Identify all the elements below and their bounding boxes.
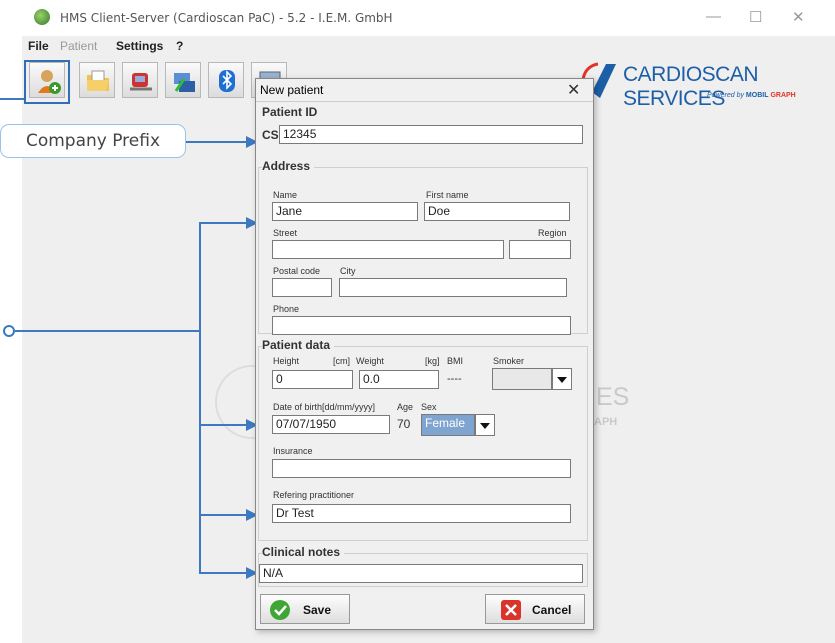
- city-input[interactable]: [339, 278, 567, 297]
- cancel-label: Cancel: [532, 603, 572, 617]
- folder-open-icon: [87, 70, 109, 91]
- logo-powered-label: Powered by: [707, 92, 744, 99]
- patient-id-input[interactable]: 12345: [279, 125, 583, 144]
- first-name-input[interactable]: Doe: [424, 202, 570, 221]
- window-title: HMS Client-Server (Cardioscan PaC) - 5.2…: [60, 11, 393, 25]
- region-input[interactable]: [509, 240, 571, 259]
- toolbar-bluetooth-button[interactable]: [208, 62, 244, 98]
- region-label: Region: [538, 228, 567, 238]
- annotation-line: [199, 222, 201, 573]
- annotation-line: [0, 98, 24, 100]
- weight-label: Weight: [356, 356, 384, 366]
- logo-brand-graph: GRAPH: [770, 92, 796, 99]
- dob-input[interactable]: 07/07/1950: [272, 415, 390, 434]
- device-icon: [130, 73, 152, 91]
- annotation-line: [15, 330, 200, 332]
- phone-label: Phone: [273, 304, 300, 314]
- app-globe-icon: [34, 9, 50, 25]
- postal-code-label: Postal code: [273, 266, 321, 276]
- close-window-button[interactable]: ✕: [792, 8, 805, 26]
- smoker-dropdown-button[interactable]: [552, 368, 572, 390]
- watermark-text: ES: [596, 383, 630, 411]
- dialog-close-button[interactable]: ✕: [567, 80, 580, 100]
- height-unit-label: [cm]: [333, 356, 350, 366]
- dialog-title-divider: [256, 101, 593, 102]
- height-label: Height: [273, 356, 300, 366]
- toolbar-open-button[interactable]: [79, 62, 115, 98]
- address-heading: Address: [262, 159, 315, 173]
- practitioner-input[interactable]: Dr Test: [272, 504, 571, 523]
- practitioner-label: Refering practitioner: [273, 490, 355, 500]
- insurance-input[interactable]: [272, 459, 571, 478]
- sex-select[interactable]: Female: [421, 414, 475, 436]
- annotation-origin-icon: [3, 325, 15, 337]
- toolbar-device-button[interactable]: [122, 62, 158, 98]
- maximize-button[interactable]: ☐: [749, 8, 762, 26]
- logo-powered-by: Powered by MOBIL GRAPH: [707, 92, 796, 99]
- chevron-down-icon: [480, 423, 490, 429]
- cancel-x-icon: [501, 600, 521, 620]
- transfer-icon: [174, 73, 195, 92]
- annotation-line: [199, 222, 247, 224]
- dob-label: Date of birth[dd/mm/yyyy]: [273, 402, 376, 412]
- city-label: City: [340, 266, 356, 276]
- sex-dropdown-button[interactable]: [475, 414, 495, 436]
- annotation-line: [199, 514, 247, 516]
- insurance-label: Insurance: [273, 446, 313, 456]
- company-prefix-label: CS: [262, 128, 279, 142]
- patient-id-heading: Patient ID: [262, 105, 318, 119]
- company-prefix-callout: Company Prefix: [0, 124, 186, 158]
- smoker-label: Smoker: [493, 356, 525, 366]
- weight-unit-label: [kg]: [425, 356, 440, 366]
- name-label: Name: [273, 190, 298, 200]
- menu-settings[interactable]: Settings: [116, 39, 163, 53]
- save-button[interactable]: Save: [260, 594, 350, 624]
- menu-patient[interactable]: Patient: [60, 39, 97, 53]
- first-name-label: First name: [426, 190, 469, 200]
- menu-file[interactable]: File: [28, 39, 49, 53]
- patient-data-heading: Patient data: [262, 338, 335, 352]
- annotation-line: [186, 141, 246, 143]
- height-input[interactable]: 0: [272, 370, 353, 389]
- bmi-label: BMI: [447, 356, 464, 366]
- name-input[interactable]: Jane: [272, 202, 418, 221]
- minimize-button[interactable]: —: [706, 8, 721, 25]
- annotation-line: [199, 572, 247, 574]
- save-label: Save: [303, 603, 332, 617]
- watermark-subtext: APH: [594, 416, 618, 428]
- sex-label: Sex: [421, 402, 437, 412]
- age-label: Age: [397, 402, 414, 412]
- logo-brand-mobil: MOBIL: [745, 92, 769, 99]
- menu-help[interactable]: ?: [176, 39, 183, 53]
- age-value: 70: [397, 417, 411, 431]
- bluetooth-icon: [219, 70, 235, 92]
- street-input[interactable]: [272, 240, 504, 259]
- cancel-button[interactable]: Cancel: [485, 594, 585, 624]
- logo-name: CARDIOSCAN SERVICES: [623, 63, 759, 110]
- street-label: Street: [273, 228, 298, 238]
- clinical-notes-input[interactable]: N/A: [259, 564, 583, 583]
- bmi-value: ----: [447, 373, 462, 385]
- dialog-title: New patient: [260, 83, 324, 97]
- clinical-notes-heading: Clinical notes: [262, 545, 345, 559]
- smoker-select[interactable]: [492, 368, 552, 390]
- toolbar-transfer-button[interactable]: [165, 62, 201, 98]
- postal-code-input[interactable]: [272, 278, 332, 297]
- annotation-line: [199, 424, 247, 426]
- weight-input[interactable]: 0.0: [359, 370, 439, 389]
- chevron-down-icon: [557, 377, 567, 383]
- toolbar-highlight-box: [24, 60, 70, 104]
- phone-input[interactable]: [272, 316, 571, 335]
- checkmark-icon: [270, 600, 290, 620]
